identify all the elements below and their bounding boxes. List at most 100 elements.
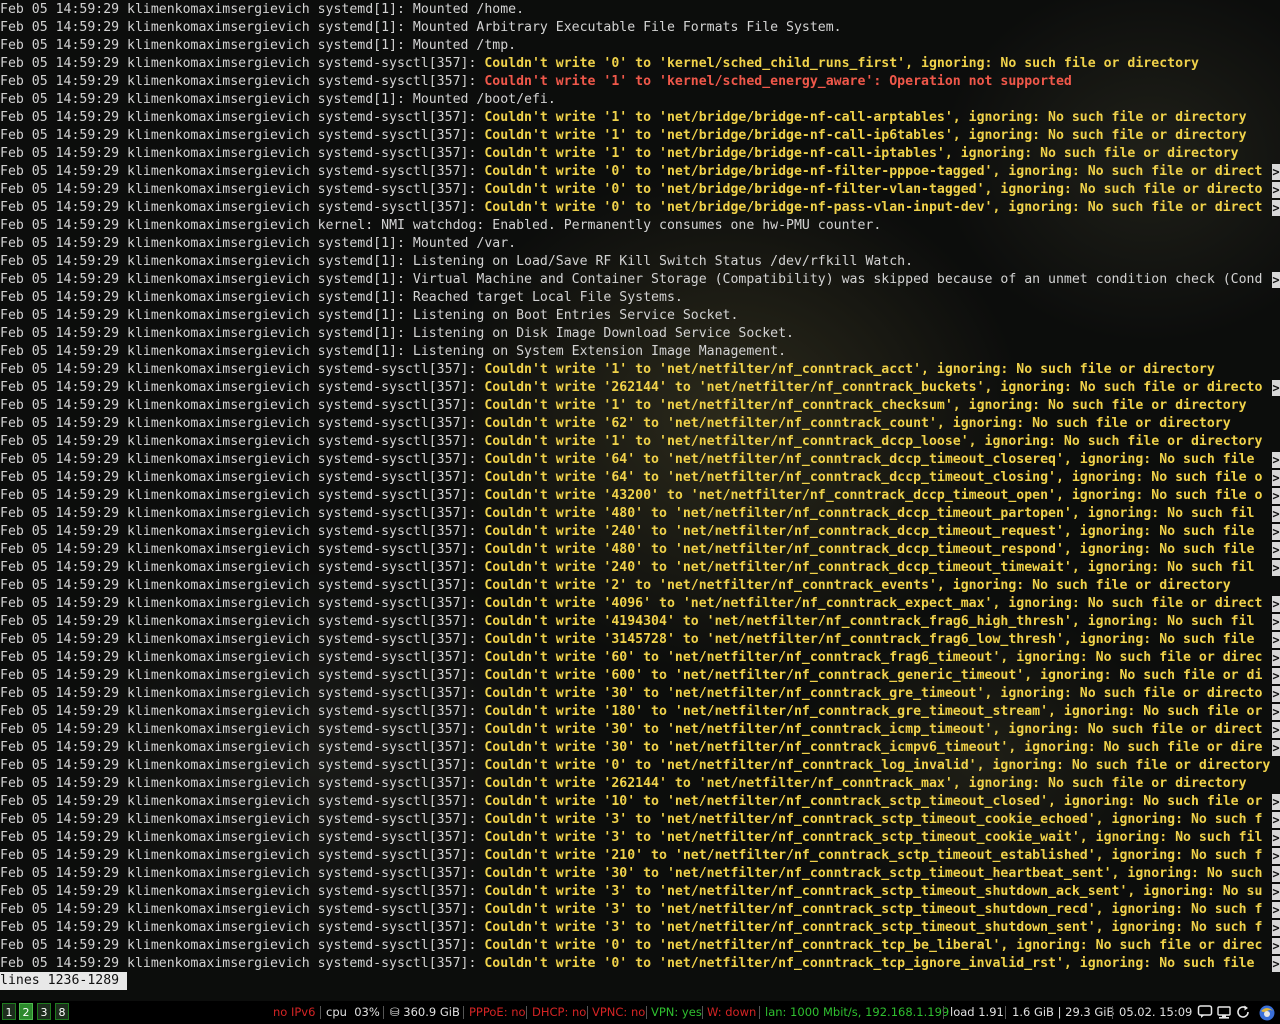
log-line: Feb 05 14:59:29 klimenkomaximsergievich …	[0, 739, 1280, 757]
log-message: Couldn't write '0' to 'net/bridge/bridge…	[484, 200, 1263, 215]
truncation-marker: >	[1272, 452, 1280, 468]
log-message: Virtual Machine and Container Storage (C…	[412, 272, 1263, 287]
log-message: NMI watchdog: Enabled. Permanently consu…	[381, 218, 882, 233]
log-line: Feb 05 14:59:29 klimenkomaximsergievich …	[0, 469, 1280, 487]
log-message: Mounted /boot/efi.	[412, 92, 556, 107]
log-timestamp-host: Feb 05 14:59:29 klimenkomaximsergievich	[0, 920, 318, 935]
log-timestamp-host: Feb 05 14:59:29 klimenkomaximsergievich	[0, 614, 318, 629]
pager-status: lines 1236-1289	[0, 972, 128, 990]
truncation-marker: >	[1272, 164, 1280, 180]
log-line: Feb 05 14:59:29 klimenkomaximsergievich …	[0, 487, 1280, 505]
log-line: Feb 05 14:59:29 klimenkomaximsergievich …	[0, 181, 1280, 199]
chat-icon[interactable]	[1197, 1004, 1213, 1020]
log-timestamp-host: Feb 05 14:59:29 klimenkomaximsergievich	[0, 344, 318, 359]
log-source: systemd-sysctl[357]:	[317, 956, 485, 971]
status-datetime: 05.02. 15:09	[1119, 1005, 1193, 1019]
log-source: systemd-sysctl[357]:	[317, 560, 485, 575]
journal-log: Feb 05 14:59:29 klimenkomaximsergievich …	[0, 1, 1280, 973]
log-message: Couldn't write '3' to 'net/netfilter/nf_…	[484, 884, 1263, 899]
status-pppoe: PPPoE: no	[469, 1005, 526, 1019]
log-message: Couldn't write '1' to 'net/bridge/bridge…	[484, 128, 1247, 143]
log-source: systemd-sysctl[357]:	[317, 938, 485, 953]
log-source: systemd-sysctl[357]:	[317, 506, 485, 521]
log-timestamp-host: Feb 05 14:59:29 klimenkomaximsergievich	[0, 362, 318, 377]
status-separator	[646, 1006, 647, 1019]
log-message: Mounted /var.	[412, 236, 517, 251]
log-timestamp-host: Feb 05 14:59:29 klimenkomaximsergievich	[0, 92, 318, 107]
log-source: systemd-sysctl[357]:	[317, 884, 485, 899]
log-message: Couldn't write '2' to 'net/netfilter/nf_…	[484, 578, 1231, 593]
terminal-window[interactable]: Feb 05 14:59:29 klimenkomaximsergievich …	[0, 0, 1280, 1000]
log-line: Feb 05 14:59:29 klimenkomaximsergievich …	[0, 685, 1280, 703]
status-separator	[1112, 1006, 1113, 1019]
log-line: Feb 05 14:59:29 klimenkomaximsergievich …	[0, 73, 1280, 91]
log-timestamp-host: Feb 05 14:59:29 klimenkomaximsergievich	[0, 38, 318, 53]
log-timestamp-host: Feb 05 14:59:29 klimenkomaximsergievich	[0, 2, 318, 17]
log-message: Couldn't write '240' to 'net/netfilter/n…	[484, 524, 1263, 539]
status-wireless: W: down	[707, 1005, 757, 1019]
log-source: systemd-sysctl[357]:	[317, 452, 485, 467]
log-source: systemd[1]:	[317, 92, 413, 107]
log-line: Feb 05 14:59:29 klimenkomaximsergievich …	[0, 937, 1280, 955]
workspace-button-3[interactable]: 3	[37, 1003, 51, 1020]
log-timestamp-host: Feb 05 14:59:29 klimenkomaximsergievich	[0, 668, 318, 683]
log-line: Feb 05 14:59:29 klimenkomaximsergievich …	[0, 361, 1280, 379]
browser-icon[interactable]	[1258, 1004, 1275, 1021]
truncation-marker: >	[1272, 650, 1280, 666]
log-message: Couldn't write '600' to 'net/netfilter/n…	[484, 668, 1263, 683]
log-source: systemd-sysctl[357]:	[317, 632, 485, 647]
log-message: Couldn't write '1' to 'net/bridge/bridge…	[484, 146, 1239, 161]
log-timestamp-host: Feb 05 14:59:29 klimenkomaximsergievich	[0, 128, 318, 143]
log-timestamp-host: Feb 05 14:59:29 klimenkomaximsergievich	[0, 56, 318, 71]
log-message: Couldn't write '4096' to 'net/netfilter/…	[484, 596, 1263, 611]
status-cpu: cpu 03%	[326, 1005, 380, 1019]
log-timestamp-host: Feb 05 14:59:29 klimenkomaximsergievich	[0, 758, 318, 773]
log-line: Feb 05 14:59:29 klimenkomaximsergievich …	[0, 721, 1280, 739]
log-message: Couldn't write '262144' to 'net/netfilte…	[484, 380, 1263, 395]
log-timestamp-host: Feb 05 14:59:29 klimenkomaximsergievich	[0, 794, 318, 809]
log-line: Feb 05 14:59:29 klimenkomaximsergievich …	[0, 577, 1280, 595]
log-source: systemd-sysctl[357]:	[317, 848, 485, 863]
log-source: systemd[1]:	[317, 326, 413, 341]
log-timestamp-host: Feb 05 14:59:29 klimenkomaximsergievich	[0, 830, 318, 845]
log-timestamp-host: Feb 05 14:59:29 klimenkomaximsergievich	[0, 506, 318, 521]
truncation-marker: >	[1272, 380, 1280, 396]
log-line: Feb 05 14:59:29 klimenkomaximsergievich …	[0, 811, 1280, 829]
log-timestamp-host: Feb 05 14:59:29 klimenkomaximsergievich	[0, 308, 318, 323]
log-message: Couldn't write '3' to 'net/netfilter/nf_…	[484, 902, 1263, 917]
log-source: systemd[1]:	[317, 254, 413, 269]
log-source: systemd-sysctl[357]:	[317, 362, 485, 377]
log-line: Feb 05 14:59:29 klimenkomaximsergievich …	[0, 919, 1280, 937]
log-source: systemd-sysctl[357]:	[317, 470, 485, 485]
truncation-marker: >	[1272, 938, 1280, 954]
truncation-marker: >	[1272, 848, 1280, 864]
truncation-marker: >	[1272, 884, 1280, 900]
log-timestamp-host: Feb 05 14:59:29 klimenkomaximsergievich	[0, 290, 318, 305]
log-line: Feb 05 14:59:29 klimenkomaximsergievich …	[0, 37, 1280, 55]
workspace-button-2[interactable]: 2	[19, 1003, 33, 1020]
workspace-button-1[interactable]: 1	[2, 1003, 16, 1020]
log-timestamp-host: Feb 05 14:59:29 klimenkomaximsergievich	[0, 740, 318, 755]
log-line: Feb 05 14:59:29 klimenkomaximsergievich …	[0, 433, 1280, 451]
log-timestamp-host: Feb 05 14:59:29 klimenkomaximsergievich	[0, 866, 318, 881]
log-line: Feb 05 14:59:29 klimenkomaximsergievich …	[0, 19, 1280, 37]
log-timestamp-host: Feb 05 14:59:29 klimenkomaximsergievich	[0, 200, 318, 215]
log-line: Feb 05 14:59:29 klimenkomaximsergievich …	[0, 397, 1280, 415]
workspace-button-8[interactable]: 8	[55, 1003, 69, 1020]
log-message: Listening on Boot Entries Service Socket…	[412, 308, 739, 323]
log-message: Couldn't write '0' to 'kernel/sched_chil…	[484, 56, 1199, 71]
log-timestamp-host: Feb 05 14:59:29 klimenkomaximsergievich	[0, 236, 318, 251]
log-timestamp-host: Feb 05 14:59:29 klimenkomaximsergievich	[0, 956, 318, 971]
log-message: Couldn't write '62' to 'net/netfilter/nf…	[484, 416, 1231, 431]
log-timestamp-host: Feb 05 14:59:29 klimenkomaximsergievich	[0, 254, 318, 269]
log-message: Couldn't write '0' to 'net/netfilter/nf_…	[484, 758, 1271, 773]
log-message: Couldn't write '480' to 'net/netfilter/n…	[484, 506, 1255, 521]
network-icon[interactable]	[1216, 1004, 1232, 1020]
log-timestamp-host: Feb 05 14:59:29 klimenkomaximsergievich	[0, 488, 318, 503]
log-timestamp-host: Feb 05 14:59:29 klimenkomaximsergievich	[0, 398, 318, 413]
log-source: systemd[1]:	[317, 236, 413, 251]
status-separator	[943, 1006, 944, 1019]
status-load: load 1.91	[950, 1005, 1004, 1019]
update-icon[interactable]	[1235, 1004, 1251, 1020]
log-timestamp-host: Feb 05 14:59:29 klimenkomaximsergievich	[0, 902, 318, 917]
